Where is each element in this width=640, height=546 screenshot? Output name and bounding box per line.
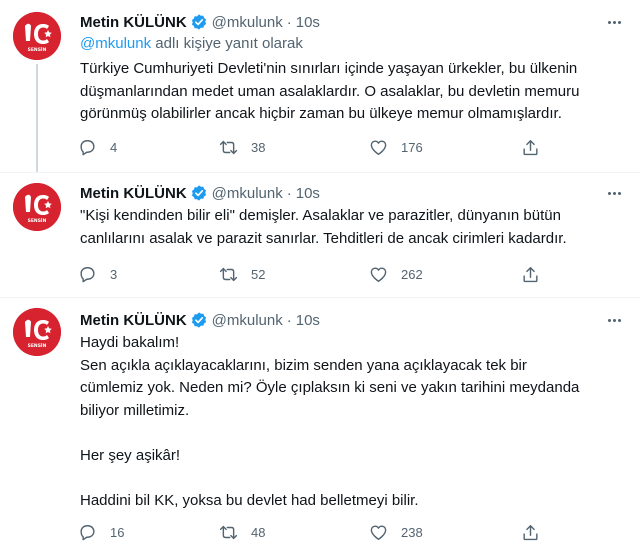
tweet-text-line: düşmanlarından medet uman asalaklardır. … — [80, 82, 580, 100]
verified-badge-svg — [191, 312, 206, 328]
avatar[interactable]: SENSİN — [13, 183, 61, 231]
retweet-count: 48 — [251, 524, 266, 540]
tweet-text: Haydi bakalım! Sen açıkla açıklayacaklar… — [80, 332, 628, 512]
like-count: 262 — [401, 266, 423, 282]
tweet-text-line: Haddini bil KK, yoksa bu devlet had bell… — [80, 491, 419, 509]
like-button[interactable]: 262 — [369, 263, 423, 285]
like-count: 176 — [401, 139, 423, 155]
tweet-text-line: cümlemiz yok. Neden mi? Öyle çıplaksın k… — [80, 379, 580, 396]
tweet-text-line: Haydi bakalım! — [80, 334, 180, 351]
retweet-icon — [219, 525, 238, 539]
tweet-actions: 4 38 176 — [78, 136, 548, 158]
reply-button[interactable]: 16 — [78, 521, 124, 543]
tweet-text: Türkiye Cumhuriyeti Devleti'nin sınırlar… — [80, 58, 628, 126]
replying-label: adlı kişiye yanıt olarak — [151, 35, 303, 52]
tweet-text-line: görünmüş olabilirler ancak hiçbir zaman … — [80, 105, 562, 122]
timestamp[interactable]: 10s — [296, 185, 320, 202]
tweet-text-blank — [80, 422, 628, 445]
tweet-3[interactable]: SENSİN Metin KÜLÜNK @mkulunk · 10s Haydi… — [0, 298, 640, 546]
retweet-icon — [219, 267, 238, 281]
avatar[interactable]: SENSİN — [13, 12, 61, 60]
tweet-text-line: Her şey aşikâr! — [80, 446, 181, 464]
avatar[interactable]: SENSİN — [13, 308, 61, 356]
avatar-emblem-icon: SENSİN — [13, 183, 61, 231]
share-button[interactable] — [521, 263, 553, 285]
separator-dot: · — [286, 311, 292, 329]
heart-icon — [370, 266, 387, 282]
avatar-emblem-icon: SENSİN — [13, 12, 61, 60]
retweet-count: 52 — [251, 266, 266, 282]
svg-text:SENSİN: SENSİN — [28, 46, 47, 53]
reply-count: 4 — [110, 139, 118, 155]
author-name[interactable]: Metin KÜLÜNK — [80, 14, 187, 31]
tweet-text-line: biliyor milletimiz. — [80, 401, 190, 419]
reply-count: 3 — [110, 266, 118, 282]
reply-icon — [80, 524, 95, 540]
tweet-text-blank — [80, 467, 628, 490]
tweet-header: Metin KÜLÜNK @mkulunk · 10s — [80, 183, 320, 203]
like-button[interactable]: 176 — [369, 136, 423, 158]
tweet-text-line: "Kişi kendinden bilir eli" demişler. Asa… — [80, 207, 561, 224]
like-button[interactable]: 238 — [369, 521, 423, 543]
tweet-text: "Kişi kendinden bilir eli" demişler. Asa… — [80, 205, 628, 250]
reply-count: 16 — [110, 524, 125, 540]
tweet-actions: 16 48 238 — [78, 521, 548, 543]
tweet-header: Metin KÜLÜNK @mkulunk · 10s — [80, 310, 320, 330]
reply-button[interactable]: 4 — [78, 136, 117, 158]
heart-icon — [370, 524, 387, 540]
thread-line — [36, 64, 38, 172]
verified-badge-icon — [187, 13, 212, 31]
reply-icon — [80, 139, 95, 155]
tweet-2[interactable]: SENSİN Metin KÜLÜNK @mkulunk · 10s "Kişi… — [0, 173, 640, 297]
reply-button[interactable]: 3 — [78, 263, 117, 285]
heart-icon — [370, 139, 387, 155]
tweet-actions: 3 52 262 — [78, 263, 548, 285]
verified-badge-icon — [187, 184, 212, 202]
tweet-text-line: Sen açıkla açıklayacaklarını, bizim send… — [80, 356, 527, 374]
tweet-1[interactable]: SENSİN Metin KÜLÜNK @mkulunk · 10s @mkul… — [0, 0, 640, 172]
author-handle[interactable]: @mkulunk — [212, 14, 283, 31]
reply-icon — [80, 266, 95, 282]
share-icon — [523, 139, 538, 155]
verified-badge-icon — [187, 311, 212, 329]
retweet-button[interactable]: 48 — [219, 521, 265, 543]
avatar-emblem-icon: SENSİN — [13, 308, 61, 356]
retweet-icon — [219, 140, 238, 154]
svg-text:SENSİN: SENSİN — [28, 217, 47, 224]
timestamp[interactable]: 10s — [296, 312, 320, 329]
author-name[interactable]: Metin KÜLÜNK — [80, 185, 187, 202]
share-icon — [523, 266, 538, 282]
more-options-icon[interactable] — [602, 12, 626, 32]
tweet-header: Metin KÜLÜNK @mkulunk · 10s — [80, 12, 320, 32]
separator-dot: · — [286, 184, 292, 202]
author-handle[interactable]: @mkulunk — [212, 185, 283, 202]
retweet-count: 38 — [251, 139, 266, 155]
verified-badge-svg — [191, 14, 206, 30]
author-handle[interactable]: @mkulunk — [212, 312, 283, 329]
share-button[interactable] — [521, 521, 553, 543]
share-icon — [523, 524, 538, 540]
retweet-button[interactable]: 38 — [219, 136, 265, 158]
more-options-icon[interactable] — [602, 183, 626, 203]
author-name[interactable]: Metin KÜLÜNK — [80, 312, 187, 329]
separator-dot: · — [286, 13, 292, 31]
share-button[interactable] — [521, 136, 553, 158]
more-options-icon[interactable] — [602, 310, 626, 330]
retweet-button[interactable]: 52 — [219, 263, 265, 285]
reply-mention-link[interactable]: @mkulunk — [80, 35, 151, 52]
svg-text:SENSİN: SENSİN — [28, 342, 47, 349]
tweet-text-line: canlılarını asalak ve parazit sanırlar. … — [80, 229, 567, 247]
verified-badge-svg — [191, 185, 206, 201]
tweet-text-line: Türkiye Cumhuriyeti Devleti'nin sınırlar… — [80, 60, 578, 77]
replying-to: @mkulunk adlı kişiye yanıt olarak — [80, 35, 303, 52]
like-count: 238 — [401, 524, 423, 540]
timestamp[interactable]: 10s — [296, 14, 320, 31]
